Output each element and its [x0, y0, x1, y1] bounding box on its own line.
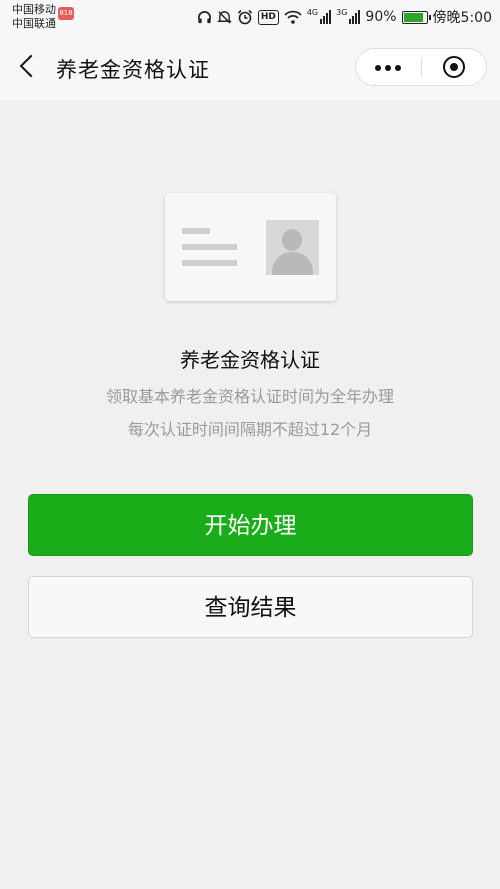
headphones-icon [197, 8, 212, 26]
signal-icon [320, 10, 332, 24]
network-4g-label: 4G [306, 7, 319, 17]
mute-icon [216, 8, 232, 26]
id-card-illustration [165, 193, 336, 301]
nav-bar: 养老金资格认证 [0, 36, 500, 100]
avatar-placeholder-icon [266, 220, 319, 275]
carrier-info: 中国移动 中国联通 [12, 3, 56, 31]
alarm-icon [237, 8, 253, 26]
description-line-1: 领取基本养老金资格认证时间为全年办理 [105, 387, 394, 406]
clock: 傍晚5:00 [432, 10, 492, 26]
hd-icon: HD [257, 9, 279, 25]
card-line [182, 244, 237, 250]
wifi-icon [284, 8, 302, 26]
card-line [182, 228, 210, 234]
mini-program-capsule [355, 48, 487, 86]
carrier-1: 中国移动 [12, 3, 56, 16]
description-line-2: 每次认证时间间隔期不超过12个月 [127, 420, 373, 439]
section-title: 养老金资格认证 [180, 348, 320, 372]
start-button[interactable]: 开始办理 [28, 494, 473, 556]
page-title: 养老金资格认证 [56, 58, 210, 82]
query-result-button[interactable]: 查询结果 [28, 576, 473, 638]
signal-icon [349, 10, 361, 24]
back-button[interactable] [14, 52, 44, 82]
network-3g-label: 3G [336, 7, 348, 17]
status-icons: HD 4G 3G 90% 傍晚5:00 [197, 6, 492, 28]
close-button[interactable] [422, 49, 486, 85]
card-line [182, 260, 237, 266]
battery-fill [403, 12, 424, 22]
status-bar: 中国移动 中国联通 818 HD 4G 3G 90% 傍晚5:00 [0, 0, 500, 36]
battery-icon [401, 10, 431, 24]
carrier-2: 中国联通 [12, 17, 56, 30]
carrier-badge-icon: 818 [58, 7, 74, 20]
more-button[interactable] [356, 49, 420, 85]
battery-percent: 90% [365, 9, 397, 25]
